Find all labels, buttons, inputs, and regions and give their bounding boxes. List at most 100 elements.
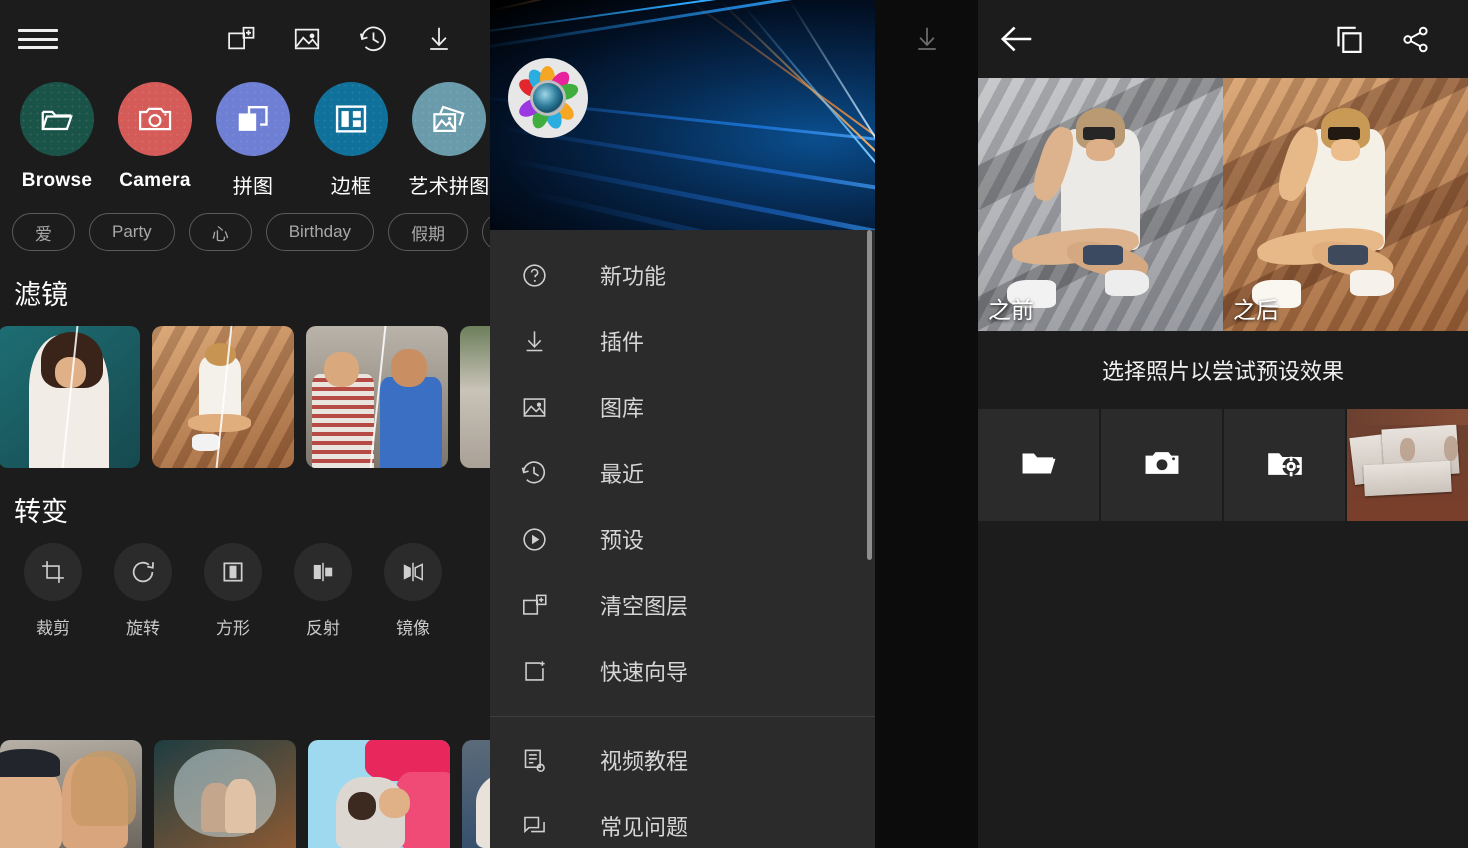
recent-photo-thumb [1347,409,1468,521]
add-layer-icon [508,592,560,619]
tool-circle [114,543,172,601]
filter-thumbnails-row [0,326,490,468]
hamburger-icon[interactable] [18,26,58,52]
quick-action-circle [216,82,290,156]
source-settings-button[interactable] [1224,409,1345,521]
history-icon[interactable] [340,17,406,61]
transform-tool-square[interactable]: 方形 [188,543,278,639]
add-layer-icon[interactable] [208,17,274,61]
after-image[interactable]: 之后 [1223,78,1468,331]
before-label: 之前 [988,297,1034,323]
tag-chip[interactable]: Party [89,213,175,251]
tag-chip[interactable]: Ki [482,213,490,251]
camera-icon [1141,442,1183,489]
quick-action-circle [20,82,94,156]
source-browse-button[interactable] [978,409,1099,521]
drawer-item-label: 新功能 [600,264,667,289]
video-tutorial-icon [508,747,560,774]
download-icon [508,328,560,355]
download-icon[interactable] [406,17,472,61]
transform-tool-mirror[interactable]: 镜像 [368,543,458,639]
transform-tool-crop[interactable]: 裁剪 [8,543,98,639]
drawer-item-gallery[interactable]: 图库 [490,374,875,440]
quick-action-art-collage[interactable]: 艺术拼图 [400,82,490,199]
tag-chip[interactable]: Birthday [265,213,375,251]
tool-label: 方形 [216,619,250,638]
before-image[interactable]: 之前 [978,78,1223,331]
source-camera-button[interactable] [1101,409,1222,521]
tool-label: 旋转 [126,619,160,638]
template-thumb[interactable] [308,740,450,848]
drawer-item-quick-guide[interactable]: 快速向导 [490,638,875,704]
tool-label: 反射 [306,619,340,638]
tool-label: 镜像 [396,619,430,638]
template-thumbnails-row [0,740,490,848]
section-title-filters: 滤镜 [14,280,68,310]
tag-chip[interactable]: 假期 [388,213,469,251]
drawer-scrollbar[interactable] [867,230,872,560]
history-icon [508,459,560,487]
drawer-item-video-tutorial[interactable]: 视频教程 [490,727,875,793]
drawer-item-label: 常见问题 [600,815,689,840]
drawer-item-presets[interactable]: 预设 [490,506,875,572]
filter-thumb[interactable] [306,326,448,468]
tag-chip[interactable]: 爱 [12,213,75,251]
source-recent-photo[interactable] [1347,409,1468,521]
drawer-item-label: 视频教程 [600,749,689,774]
drawer-item-clear-layers[interactable]: 清空图层 [490,572,875,638]
quick-action-camera[interactable]: Camera [106,82,204,199]
tag-chips-row: 爱 Party 心 Birthday 假期 Ki [0,199,490,251]
transform-tool-rotate[interactable]: 旋转 [98,543,188,639]
drawer-menu: 新功能 插件 图库 最近 预设 清空图层 快速向导 视频教程 常见问题 [490,230,875,848]
app-logo [508,58,588,138]
template-thumb[interactable] [0,740,142,848]
quick-action-label: 拼图 [232,176,274,198]
drawer-item-faq[interactable]: 常见问题 [490,793,875,848]
filter-thumb[interactable] [0,326,140,468]
image-icon [508,394,560,421]
back-arrow-icon[interactable] [998,17,1044,61]
help-circle-icon [508,262,560,289]
drawer-item-label: 插件 [600,330,645,355]
section-title-transform: 转变 [14,497,68,527]
drawer-item-whats-new[interactable]: 新功能 [490,242,875,308]
navigation-drawer: 新功能 插件 图库 最近 预设 清空图层 快速向导 视频教程 常见问题 [490,0,875,848]
transform-tools-row: 裁剪 旋转 方形 反射 镜像 [0,543,490,639]
template-thumb[interactable] [462,740,490,848]
quick-action-label: Camera [119,170,191,191]
drawer-item-label: 清空图层 [600,594,689,619]
play-circle-icon [508,526,560,553]
share-icon[interactable] [1382,17,1448,61]
tool-label: 裁剪 [36,619,70,638]
photo-source-row [978,409,1468,521]
tool-circle [294,543,352,601]
quick-action-browse[interactable]: Browse [8,82,106,199]
logo-lens-icon [533,83,563,113]
transform-tool-reflect[interactable]: 反射 [278,543,368,639]
copy-layers-icon[interactable] [1316,17,1382,61]
drawer-item-label: 快速向导 [600,660,689,685]
drawer-item-label: 图库 [600,396,645,421]
drawer-divider [490,716,875,717]
quick-action-circle [412,82,486,156]
preset-toolbar [978,0,1468,78]
tool-circle [24,543,82,601]
preset-caption: 选择照片以尝试预设效果 [1101,359,1344,384]
folder-icon [1018,442,1060,489]
tag-chip[interactable]: 心 [188,213,252,251]
quick-action-frame[interactable]: 边框 [302,82,400,199]
template-thumb[interactable] [154,740,296,848]
filter-thumb[interactable] [460,326,490,468]
filter-thumb[interactable] [152,326,294,468]
folder-gear-icon [1264,442,1306,489]
tool-circle [204,543,262,601]
home-toolbar [0,0,490,78]
drawer-item-label: 预设 [600,528,645,553]
drawer-item-recent[interactable]: 最近 [490,440,875,506]
drawer-item-label: 最近 [600,462,645,487]
quick-action-collage[interactable]: 拼图 [204,82,302,199]
drawer-item-plugins[interactable]: 插件 [490,308,875,374]
tool-circle [384,543,442,601]
quick-action-label: Browse [21,170,93,191]
image-icon[interactable] [274,17,340,61]
